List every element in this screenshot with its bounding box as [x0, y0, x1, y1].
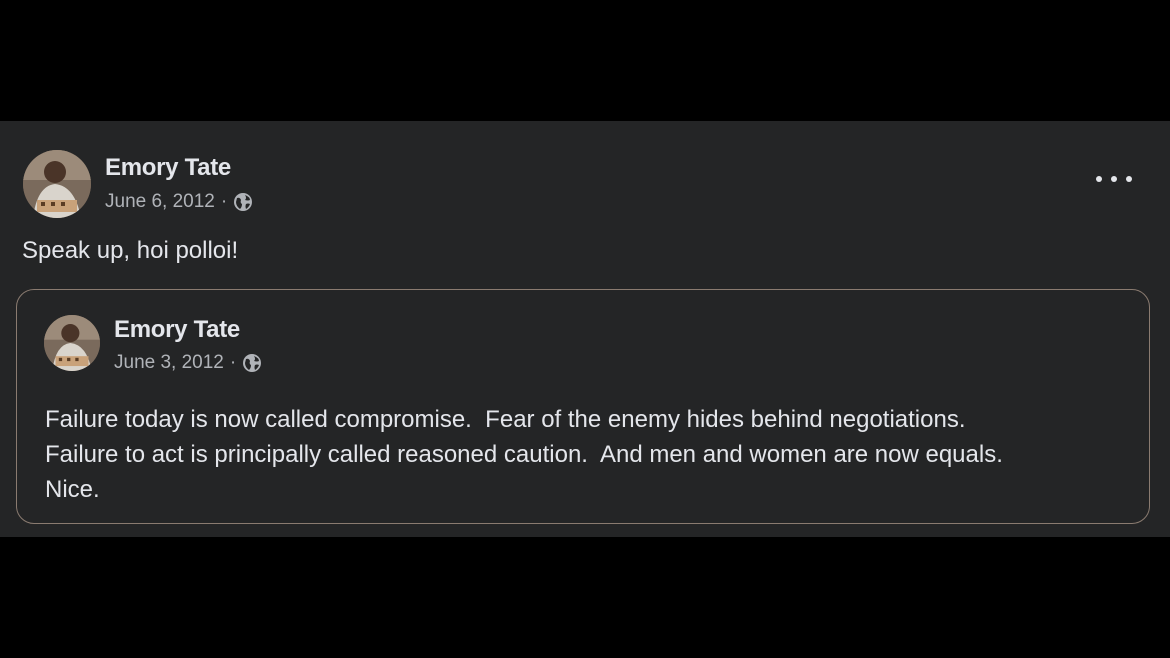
post-text: Speak up, hoi polloi!: [22, 237, 239, 264]
shared-author-avatar[interactable]: [44, 315, 100, 371]
shared-post-date[interactable]: June 3, 2012: [114, 352, 224, 374]
shared-post-meta: June 3, 2012 ·: [114, 352, 262, 374]
shared-post-line: Nice.: [45, 476, 100, 503]
post-date[interactable]: June 6, 2012: [105, 191, 215, 213]
author-name[interactable]: Emory Tate: [105, 154, 231, 182]
avatar-photo: [44, 315, 100, 371]
meta-separator: ·: [229, 352, 237, 373]
globe-icon[interactable]: [242, 353, 262, 373]
shared-post-card[interactable]: Emory Tate June 3, 2012 · Failure today …: [16, 289, 1150, 524]
avatar-photo: [23, 150, 91, 218]
shared-post-line: Failure to act is principally called rea…: [45, 441, 1003, 468]
shared-author-name[interactable]: Emory Tate: [114, 316, 240, 344]
more-dot: [1111, 176, 1117, 182]
meta-separator: ·: [220, 191, 228, 212]
shared-post-text: Failure today is now called compromise. …: [45, 402, 1135, 507]
facebook-post: Emory Tate June 6, 2012 · Speak up, hoi …: [0, 121, 1170, 537]
author-avatar[interactable]: [23, 150, 91, 218]
post-meta: June 6, 2012 ·: [105, 191, 253, 213]
shared-post-line: Failure today is now called compromise. …: [45, 406, 966, 433]
globe-icon[interactable]: [233, 192, 253, 212]
more-dot: [1096, 176, 1102, 182]
more-options-button[interactable]: [1096, 169, 1132, 189]
more-dot: [1126, 176, 1132, 182]
screenshot-frame: Emory Tate June 6, 2012 · Speak up, hoi …: [0, 0, 1170, 658]
